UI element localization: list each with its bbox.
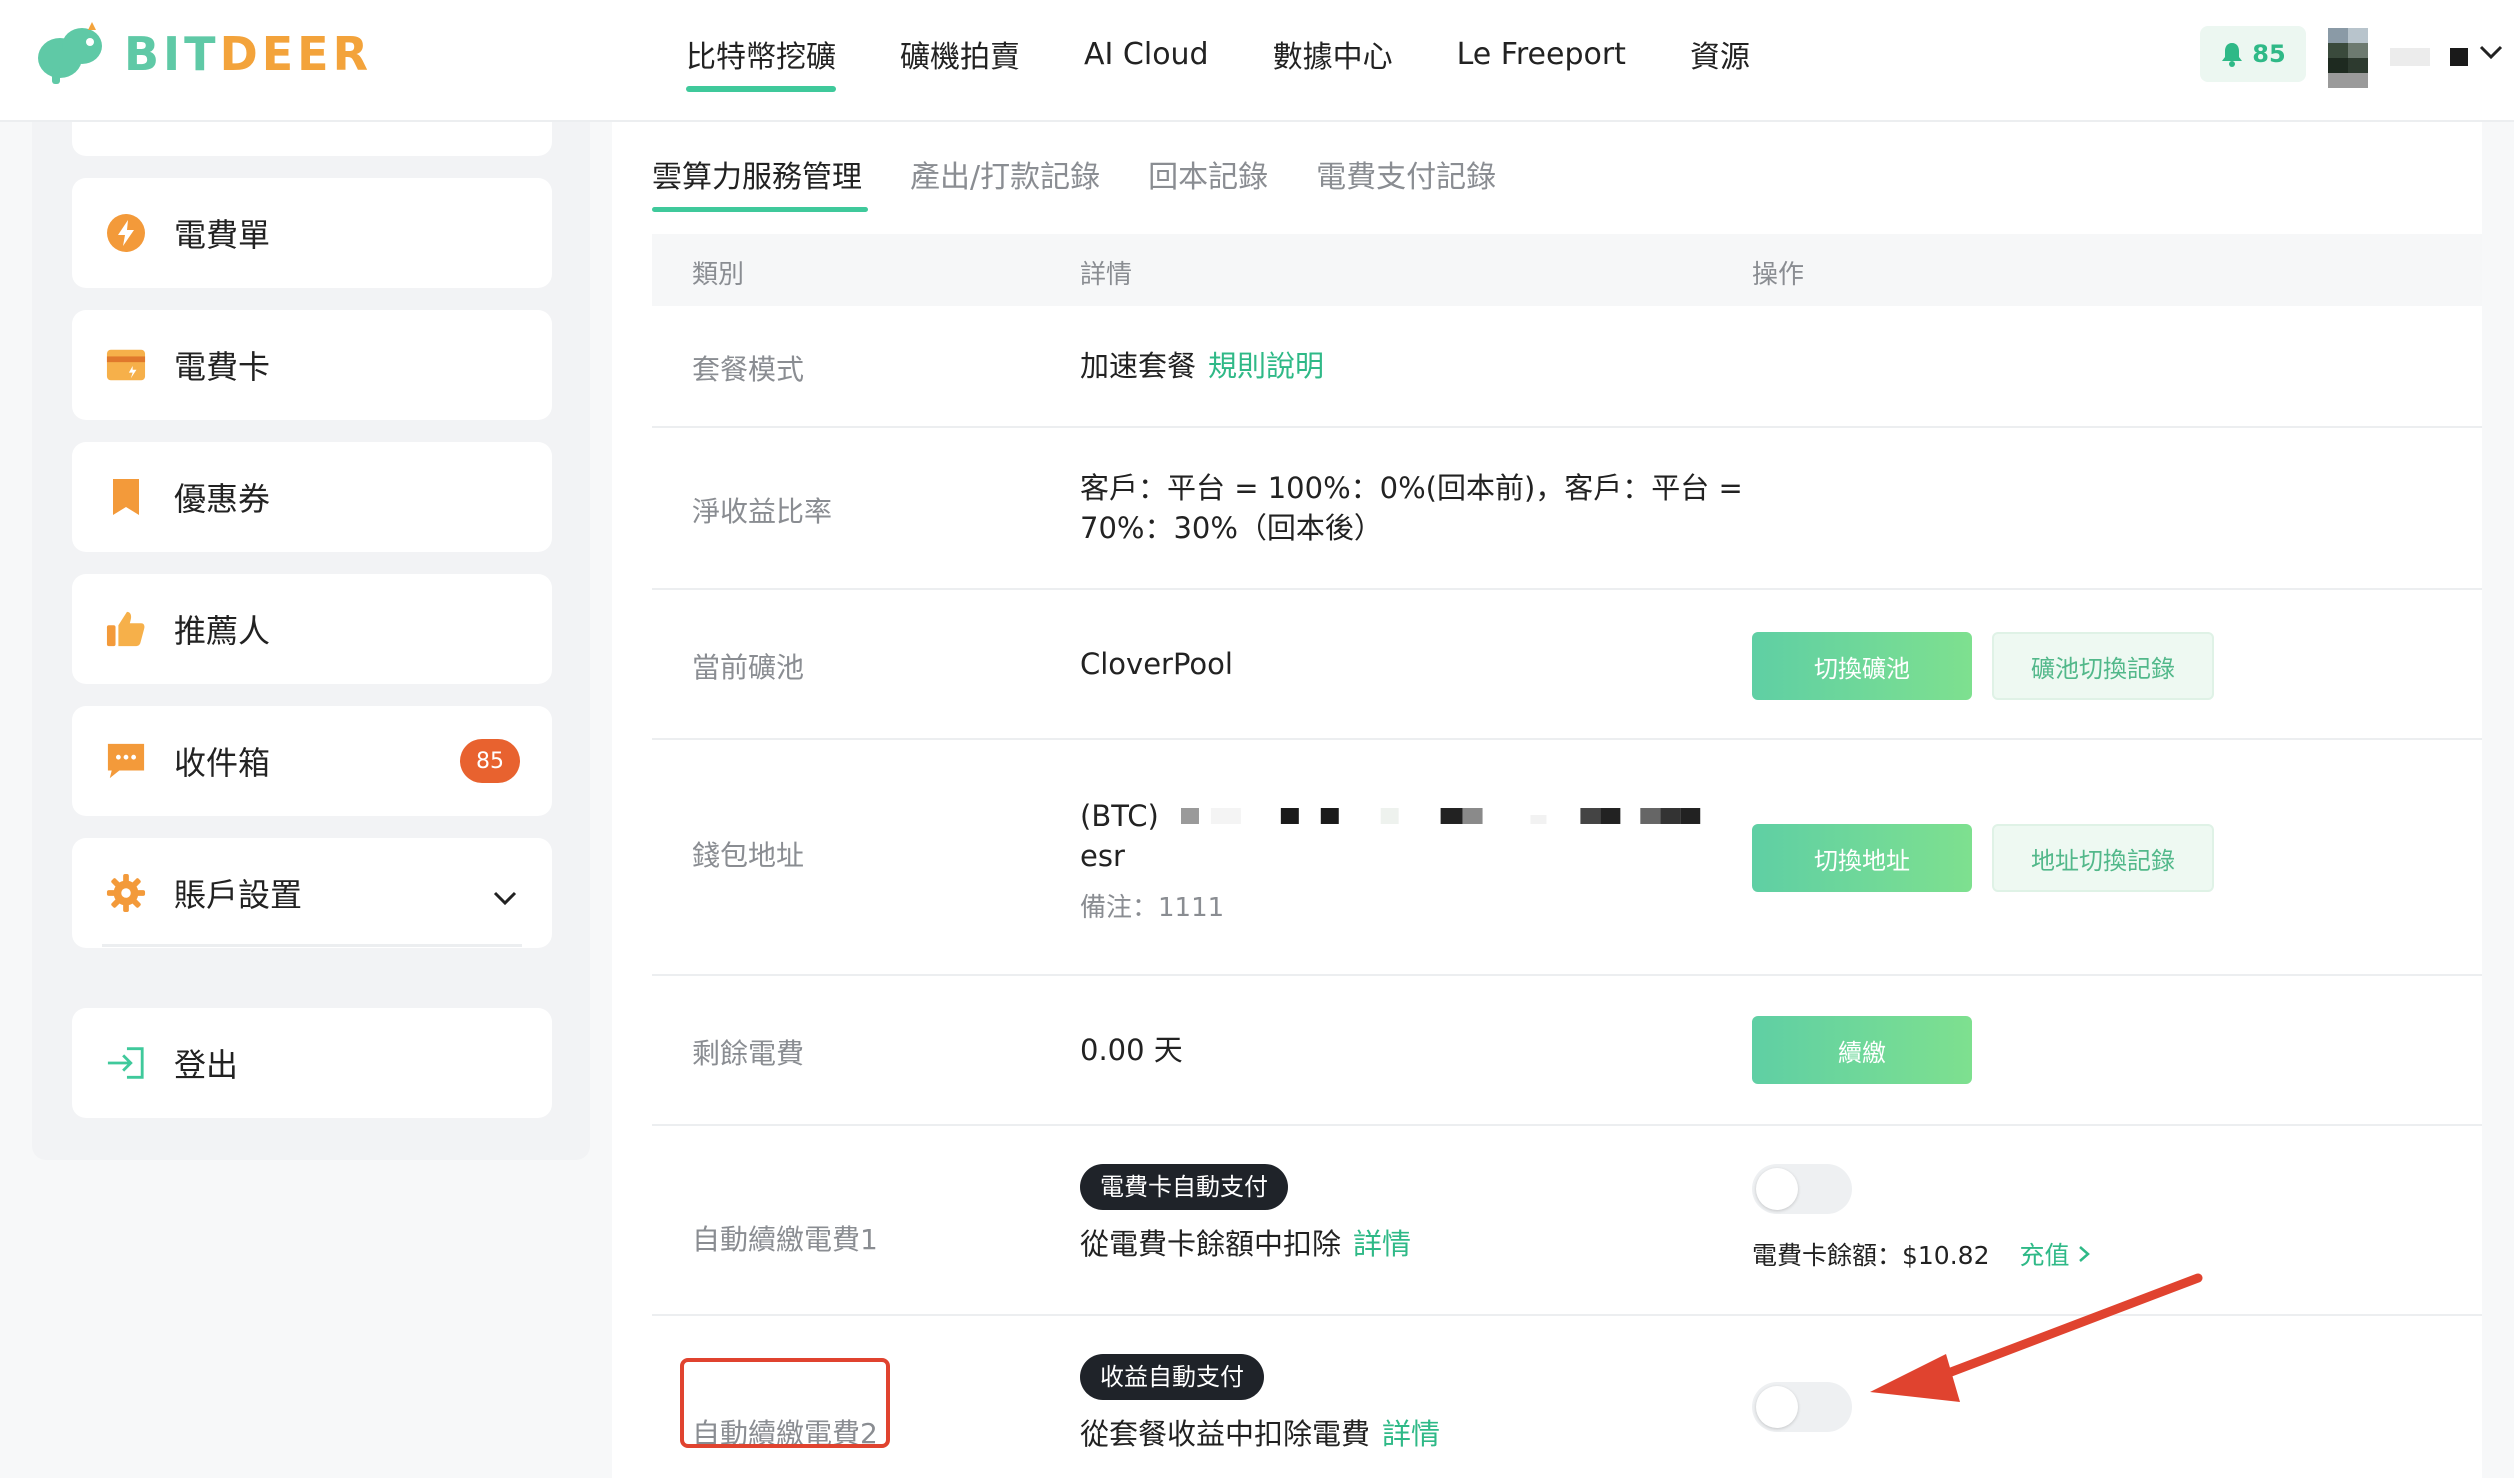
wallet-address-redacted — [1180, 808, 1701, 824]
plan-value: 加速套餐 — [1080, 349, 1197, 383]
user-name-redacted — [2390, 48, 2430, 66]
row-details: 電費卡自動支付 從電費卡餘額中扣除 詳情 — [1080, 1164, 1411, 1264]
sidebar-item-label: 推薦人 — [174, 612, 271, 650]
chevron-down-icon[interactable] — [2478, 42, 2504, 66]
highlight-box — [680, 1358, 890, 1448]
nav-bitcoin-mining[interactable]: 比特幣挖礦 — [686, 0, 836, 122]
table-row: 套餐模式 加速套餐 規則說明 — [652, 306, 2482, 428]
sidebar-item-coupons[interactable]: 優惠券 — [72, 442, 552, 552]
sidebar-item-bill[interactable]: 電費單 — [72, 178, 552, 288]
card-icon — [106, 345, 146, 385]
gear-icon — [106, 873, 146, 913]
user-tag-redacted — [2450, 48, 2468, 66]
row-details: 加速套餐 規則說明 — [1080, 346, 1324, 386]
sidebar-item-label: 登出 — [174, 1046, 239, 1084]
nav-miner-auction[interactable]: 礦機拍賣 — [900, 0, 1020, 122]
sidebar-item-label: 賬戶設置 — [174, 876, 303, 914]
sidebar-item-account-settings[interactable]: 賬戶設置 — [72, 838, 552, 948]
tab-cloud-hashrate-management[interactable]: 雲算力服務管理 — [652, 122, 868, 232]
auto2-desc: 從套餐收益中扣除電費 — [1080, 1417, 1371, 1451]
tab-electricity-payment-records[interactable]: 電費支付記錄 — [1316, 122, 1496, 232]
auto2-details-link[interactable]: 詳情 — [1382, 1417, 1440, 1451]
auto-renew-2-toggle[interactable] — [1752, 1382, 1852, 1432]
notification-count: 85 — [2252, 40, 2286, 68]
row-details: 客戶：平台 = 100%：0%(回本前)，客戶：平台 = 70%：30%（回本後… — [1080, 468, 1743, 548]
card-auto-pay-tag: 電費卡自動支付 — [1080, 1164, 1288, 1210]
sidebar-item-card[interactable]: 電費卡 — [72, 310, 552, 420]
remaining-fee-value: 0.00 天 — [1080, 1033, 1183, 1067]
auto-renew-1-toggle[interactable] — [1752, 1164, 1852, 1214]
sidebar-item-label: 電費單 — [174, 216, 271, 254]
nav-ai-cloud[interactable]: AI Cloud — [1084, 0, 1209, 122]
renew-button[interactable]: 續繳 — [1752, 1016, 1972, 1084]
sidebar-item-label: 優惠券 — [174, 480, 271, 518]
tab-bar: 雲算力服務管理 產出/打款記錄 回本記錄 電費支付記錄 — [652, 122, 1544, 232]
ratio-line-1: 客戶：平台 = 100%：0%(回本前)，客戶：平台 = — [1080, 471, 1743, 505]
sidebar-item-label: 電費卡 — [174, 348, 271, 386]
sidebar-item-partial — [72, 122, 552, 156]
nav-data-center[interactable]: 數據中心 — [1273, 0, 1393, 122]
table-row: 淨收益比率 客戶：平台 = 100%：0%(回本前)，客戶：平台 = 70%：3… — [652, 428, 2482, 590]
top-header: BITDEER 比特幣挖礦 礦機拍賣 AI Cloud 數據中心 Le Free… — [0, 0, 2514, 122]
message-icon — [106, 741, 146, 781]
lightning-icon — [106, 213, 146, 253]
tab-output-payout-records[interactable]: 產出/打款記錄 — [910, 122, 1100, 232]
bookmark-icon — [106, 477, 146, 517]
sidebar-item-label: 收件箱 — [174, 744, 271, 782]
sidebar-item-inbox[interactable]: 收件箱 85 — [72, 706, 552, 816]
deer-logo-icon — [30, 22, 110, 86]
auto1-desc: 從電費卡餘額中扣除 — [1080, 1227, 1342, 1261]
tab-payback-records[interactable]: 回本記錄 — [1148, 122, 1268, 232]
bitdeer-logo[interactable]: BITDEER — [30, 22, 372, 86]
sidebar-item-referrer[interactable]: 推薦人 — [72, 574, 552, 684]
chevron-down-icon[interactable] — [492, 878, 518, 916]
header-category: 類別 — [692, 260, 745, 290]
wallet-note: 備注：1111 — [1080, 893, 1225, 923]
avatar[interactable] — [2328, 28, 2368, 88]
row-details: (BTC) esr 備注：1111 — [1080, 796, 1720, 928]
nav-resources[interactable]: 資源 — [1690, 0, 1750, 122]
notification-button[interactable]: 85 — [2200, 26, 2306, 82]
brand-name: BITDEER — [124, 27, 373, 81]
pool-value: CloverPool — [1080, 647, 1233, 681]
row-category: 套餐模式 — [692, 353, 805, 386]
header-details: 詳情 — [1080, 260, 1133, 290]
auto1-details-link[interactable]: 詳情 — [1353, 1227, 1411, 1261]
table-header: 類別 詳情 操作 — [652, 234, 2482, 306]
main-nav: 比特幣挖礦 礦機拍賣 AI Cloud 數據中心 Le Freeport 資源 — [686, 0, 1814, 122]
thumbs-up-icon — [106, 609, 146, 649]
table-row: 錢包地址 (BTC) esr 備注：1111 切換地址 地址切換記錄 — [652, 740, 2482, 976]
divider — [102, 944, 522, 947]
red-arrow-annotation — [1870, 1273, 2203, 1402]
row-category: 淨收益比率 — [692, 495, 833, 528]
row-details: 收益自動支付 從套餐收益中扣除電費 詳情 — [1080, 1354, 1440, 1454]
table-row: 當前礦池 CloverPool 切換礦池 礦池切換記錄 — [652, 590, 2482, 740]
switch-address-button[interactable]: 切換地址 — [1752, 824, 1972, 892]
bell-icon — [2222, 43, 2243, 67]
row-category: 自動續繳電費1 — [692, 1223, 878, 1256]
logout-icon — [106, 1043, 146, 1083]
pool-switch-records-button[interactable]: 礦池切換記錄 — [1992, 632, 2214, 700]
row-category: 剩餘電費 — [692, 1037, 805, 1070]
wallet-suffix: esr — [1080, 839, 1125, 873]
nav-le-freeport[interactable]: Le Freeport — [1457, 0, 1626, 122]
inbox-badge: 85 — [460, 739, 520, 783]
row-category: 錢包地址 — [692, 839, 805, 872]
earnings-auto-pay-tag: 收益自動支付 — [1080, 1354, 1264, 1400]
ratio-line-2: 70%：30%（回本後） — [1080, 511, 1383, 545]
switch-pool-button[interactable]: 切換礦池 — [1752, 632, 1972, 700]
wallet-prefix: (BTC) — [1080, 799, 1159, 833]
header-actions: 操作 — [1752, 260, 1805, 290]
address-switch-records-button[interactable]: 地址切換記錄 — [1992, 824, 2214, 892]
sidebar-item-logout[interactable]: 登出 — [72, 1008, 552, 1118]
rules-link[interactable]: 規則說明 — [1208, 349, 1324, 383]
row-category: 當前礦池 — [692, 651, 805, 684]
table-row: 剩餘電費 0.00 天 續繳 — [652, 976, 2482, 1126]
